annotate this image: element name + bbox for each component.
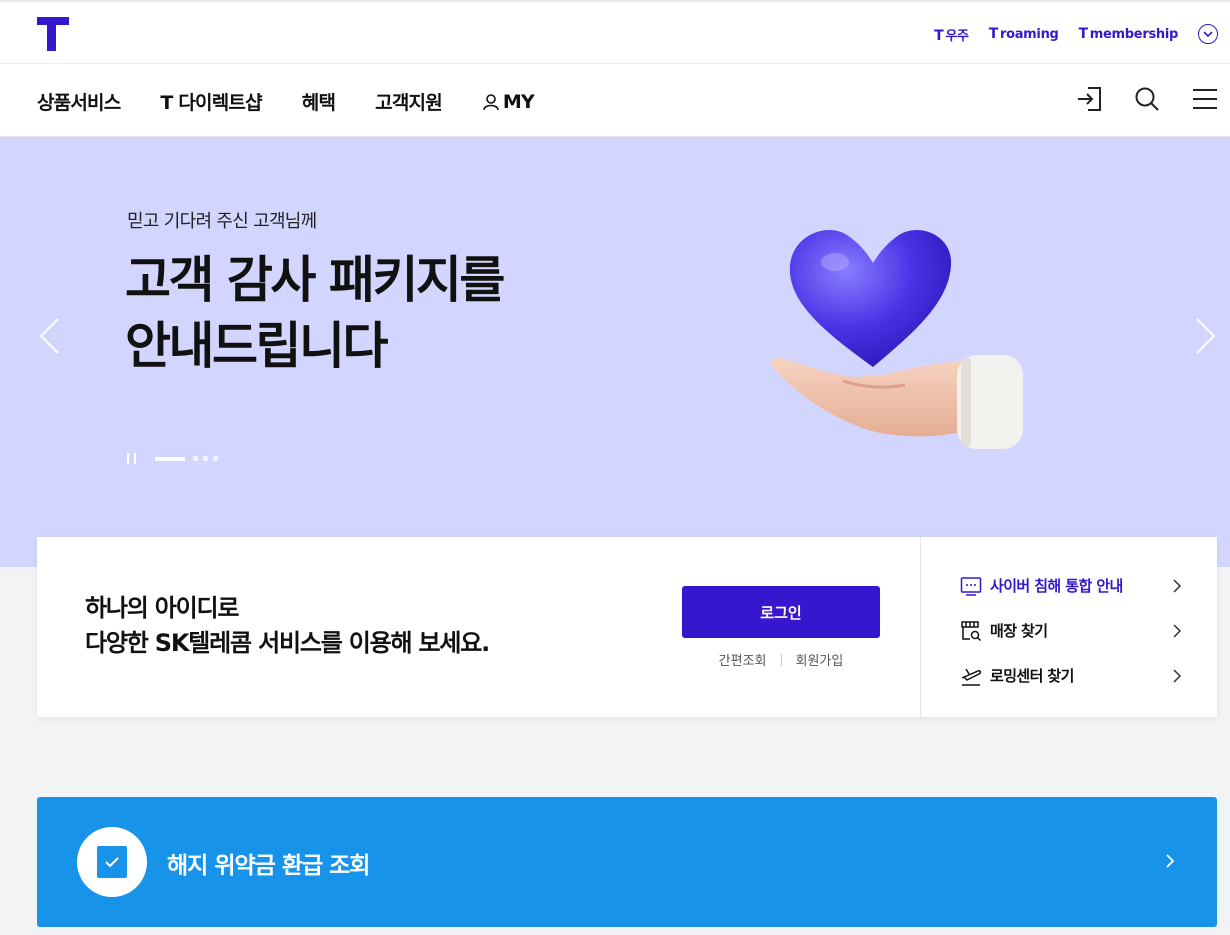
util-link-membership[interactable]: Tmembership	[1079, 26, 1179, 42]
chevron-left-icon[interactable]	[38, 317, 60, 355]
checkbox-icon	[77, 827, 147, 897]
panel-divider	[920, 537, 921, 717]
t-logo-icon[interactable]	[37, 17, 69, 51]
hero-banner[interactable]: 믿고 기다려 주신 고객님께 고객 감사 패키지를 안내드립니다	[0, 137, 1230, 567]
util-link-woozoo[interactable]: T 우주	[934, 25, 969, 44]
divider	[780, 653, 782, 666]
carousel-dot[interactable]	[203, 456, 208, 461]
login-icon[interactable]	[1076, 86, 1102, 112]
login-sub-links: 간편조회 회원가입	[682, 650, 880, 669]
nav-item-benefits[interactable]: 혜택	[302, 88, 336, 115]
top-utility-bar: T 우주 Troaming Tmembership	[0, 0, 1230, 64]
nav-item-direct-shop[interactable]: T 다이렉트샵	[160, 88, 262, 115]
carousel-dot[interactable]	[213, 456, 218, 461]
airplane-icon	[961, 668, 982, 686]
hero-title: 고객 감사 패키지를 안내드립니다	[125, 251, 505, 375]
quick-link-cyber-breach[interactable]: 사이버 침해 통합 안내	[960, 563, 1182, 608]
menu-icon[interactable]	[1192, 86, 1218, 112]
signup-link[interactable]: 회원가입	[796, 650, 844, 669]
carousel-dot[interactable]	[193, 456, 198, 461]
utility-links: T 우주 Troaming Tmembership	[934, 24, 1218, 44]
quick-link-roaming-center[interactable]: 로밍센터 찾기	[960, 653, 1182, 698]
quick-links: 사이버 침해 통합 안내 매장 찾기 로밍센터 찾기	[960, 563, 1182, 698]
easy-lookup-link[interactable]: 간편조회	[719, 650, 767, 669]
login-panel: 하나의 아이디로 다양한 SK텔레콤 서비스를 이용해 보세요. 로그인 간편조…	[37, 537, 1217, 717]
chevron-down-circle-icon[interactable]	[1198, 24, 1218, 44]
nav-item-products[interactable]: 상품서비스	[37, 88, 121, 115]
main-navigation: 상품서비스 T 다이렉트샵 혜택 고객지원 MY	[0, 64, 1230, 137]
person-icon	[483, 93, 499, 110]
carousel-dot-active[interactable]	[155, 456, 185, 461]
nav-item-my[interactable]: MY	[482, 88, 535, 115]
util-link-roaming[interactable]: Troaming	[989, 26, 1059, 42]
refund-label: 해지 위약금 환급 조회	[167, 853, 370, 879]
chevron-right-icon	[1166, 854, 1175, 868]
pause-icon[interactable]	[127, 453, 136, 464]
monitor-chat-icon	[960, 576, 982, 596]
hero-subtitle: 믿고 기다려 주신 고객님께	[127, 211, 317, 232]
chevron-right-icon	[1173, 623, 1182, 638]
nav-item-support[interactable]: 고객지원	[375, 88, 443, 115]
heart-hand-illustration	[771, 229, 1023, 449]
refund-lookup-banner[interactable]: 해지 위약금 환급 조회	[37, 797, 1217, 927]
store-icon	[961, 620, 982, 641]
carousel-indicator	[127, 453, 218, 464]
login-button[interactable]: 로그인	[682, 586, 880, 638]
chevron-right-icon[interactable]	[1195, 317, 1217, 355]
search-icon[interactable]	[1134, 86, 1160, 112]
chevron-right-icon	[1173, 668, 1182, 683]
login-message: 하나의 아이디로 다양한 SK텔레콤 서비스를 이용해 보세요.	[85, 594, 490, 657]
quick-link-store[interactable]: 매장 찾기	[960, 608, 1182, 653]
chevron-right-icon	[1173, 578, 1182, 593]
